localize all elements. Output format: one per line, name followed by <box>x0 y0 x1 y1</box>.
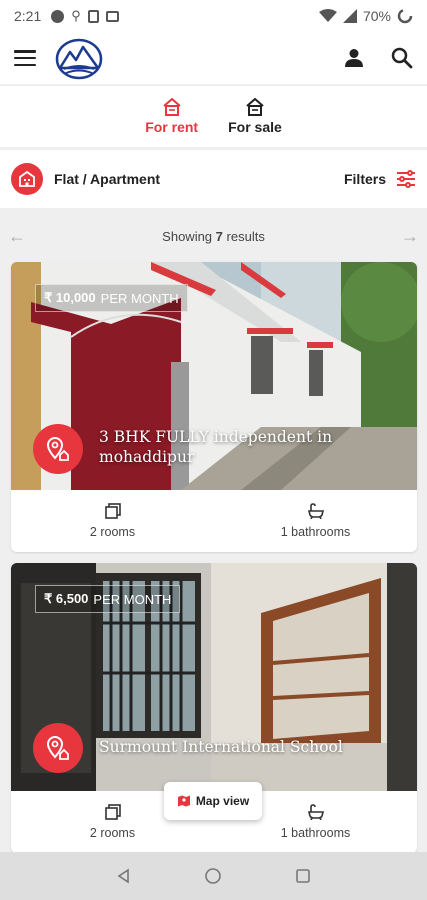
status-bar: 2:21 ⚲ 70% <box>0 0 427 32</box>
recents-icon[interactable] <box>295 868 311 884</box>
back-icon[interactable] <box>116 868 132 884</box>
category-bar: Flat / Apartment Filters <box>0 150 427 208</box>
listing-photo[interactable]: ₹ 6,500 PER MONTH Surmount International… <box>11 563 417 791</box>
system-nav-bar <box>0 852 427 900</box>
apartment-icon[interactable] <box>11 163 43 195</box>
image-notification-icon <box>105 10 119 22</box>
results-prefix: Showing <box>162 228 213 244</box>
tab-label: For sale <box>228 119 282 135</box>
price-period: PER MONTH <box>93 591 172 607</box>
search-icon[interactable] <box>391 47 413 69</box>
listing-title: 3 BHK FULLY independent in mohaddipur <box>99 428 333 466</box>
listing-title: Surmount International School <box>99 738 343 756</box>
app-bar <box>0 32 427 84</box>
home-icon[interactable] <box>204 867 222 885</box>
price-period: PER MONTH <box>100 290 179 306</box>
tab-label: For rent <box>145 119 199 135</box>
house-icon <box>246 98 264 116</box>
user-icon[interactable] <box>343 47 365 69</box>
listing-card[interactable]: ₹ 10,000 PER MONTH 3 BHK FULLY independe… <box>11 262 417 552</box>
bathrooms-count: 1 bathrooms <box>280 826 351 840</box>
status-time: 2:21 <box>14 8 42 24</box>
bathtub-icon <box>307 804 324 820</box>
arrow-right-icon[interactable]: → <box>401 226 419 247</box>
rooms-count: 2 rooms <box>89 525 136 539</box>
mountain-logo[interactable] <box>54 36 104 80</box>
phone-notification-icon <box>87 9 99 23</box>
tab-for-sale[interactable]: For sale <box>228 98 282 135</box>
battery-icon <box>397 8 413 24</box>
hamburger-icon[interactable] <box>14 50 36 66</box>
signal-icon <box>342 9 357 23</box>
sliders-icon <box>397 170 415 188</box>
listing-photo[interactable]: ₹ 10,000 PER MONTH 3 BHK FULLY independe… <box>11 262 417 490</box>
bathtub-icon <box>307 503 324 519</box>
location-pin-icon <box>33 424 83 474</box>
category-label[interactable]: Flat / Apartment <box>54 171 160 187</box>
listing-features: 2 rooms 1 bathrooms <box>11 490 417 552</box>
results-bar: ← Showing 7 results → <box>0 222 427 250</box>
filters-button[interactable]: Filters <box>344 170 416 188</box>
app-notification-icon <box>51 9 65 23</box>
listing-type-tabs: For rent For sale <box>0 85 427 147</box>
house-icon <box>162 98 181 116</box>
price-value: ₹ 6,500 <box>44 591 89 606</box>
results-count-text: Showing 7 results <box>26 229 401 244</box>
search-notification-icon: ⚲ <box>71 8 81 23</box>
copy-icon <box>104 503 121 519</box>
rooms-feature: 2 rooms <box>11 490 214 552</box>
map-icon <box>177 795 190 807</box>
rooms-count: 2 rooms <box>89 826 136 840</box>
copy-icon <box>104 804 121 820</box>
price-value: ₹ 10,000 <box>44 290 96 305</box>
notification-icons: ⚲ <box>51 8 119 24</box>
arrow-left-icon[interactable]: ← <box>8 226 26 247</box>
results-suffix: results <box>226 228 265 244</box>
bathrooms-feature: 1 bathrooms <box>214 490 417 552</box>
map-view-button[interactable]: Map view <box>164 782 262 820</box>
bathrooms-count: 1 bathrooms <box>280 525 351 539</box>
price-tag: ₹ 6,500 PER MONTH <box>35 585 181 613</box>
filters-label: Filters <box>343 171 386 187</box>
price-tag: ₹ 10,000 PER MONTH <box>35 284 188 312</box>
results-count: 7 <box>215 228 223 244</box>
battery-percent: 70% <box>362 8 391 24</box>
wifi-icon <box>318 9 337 22</box>
map-view-label: Map view <box>195 794 250 808</box>
location-pin-icon <box>33 723 83 773</box>
tab-for-rent[interactable]: For rent <box>145 98 198 135</box>
